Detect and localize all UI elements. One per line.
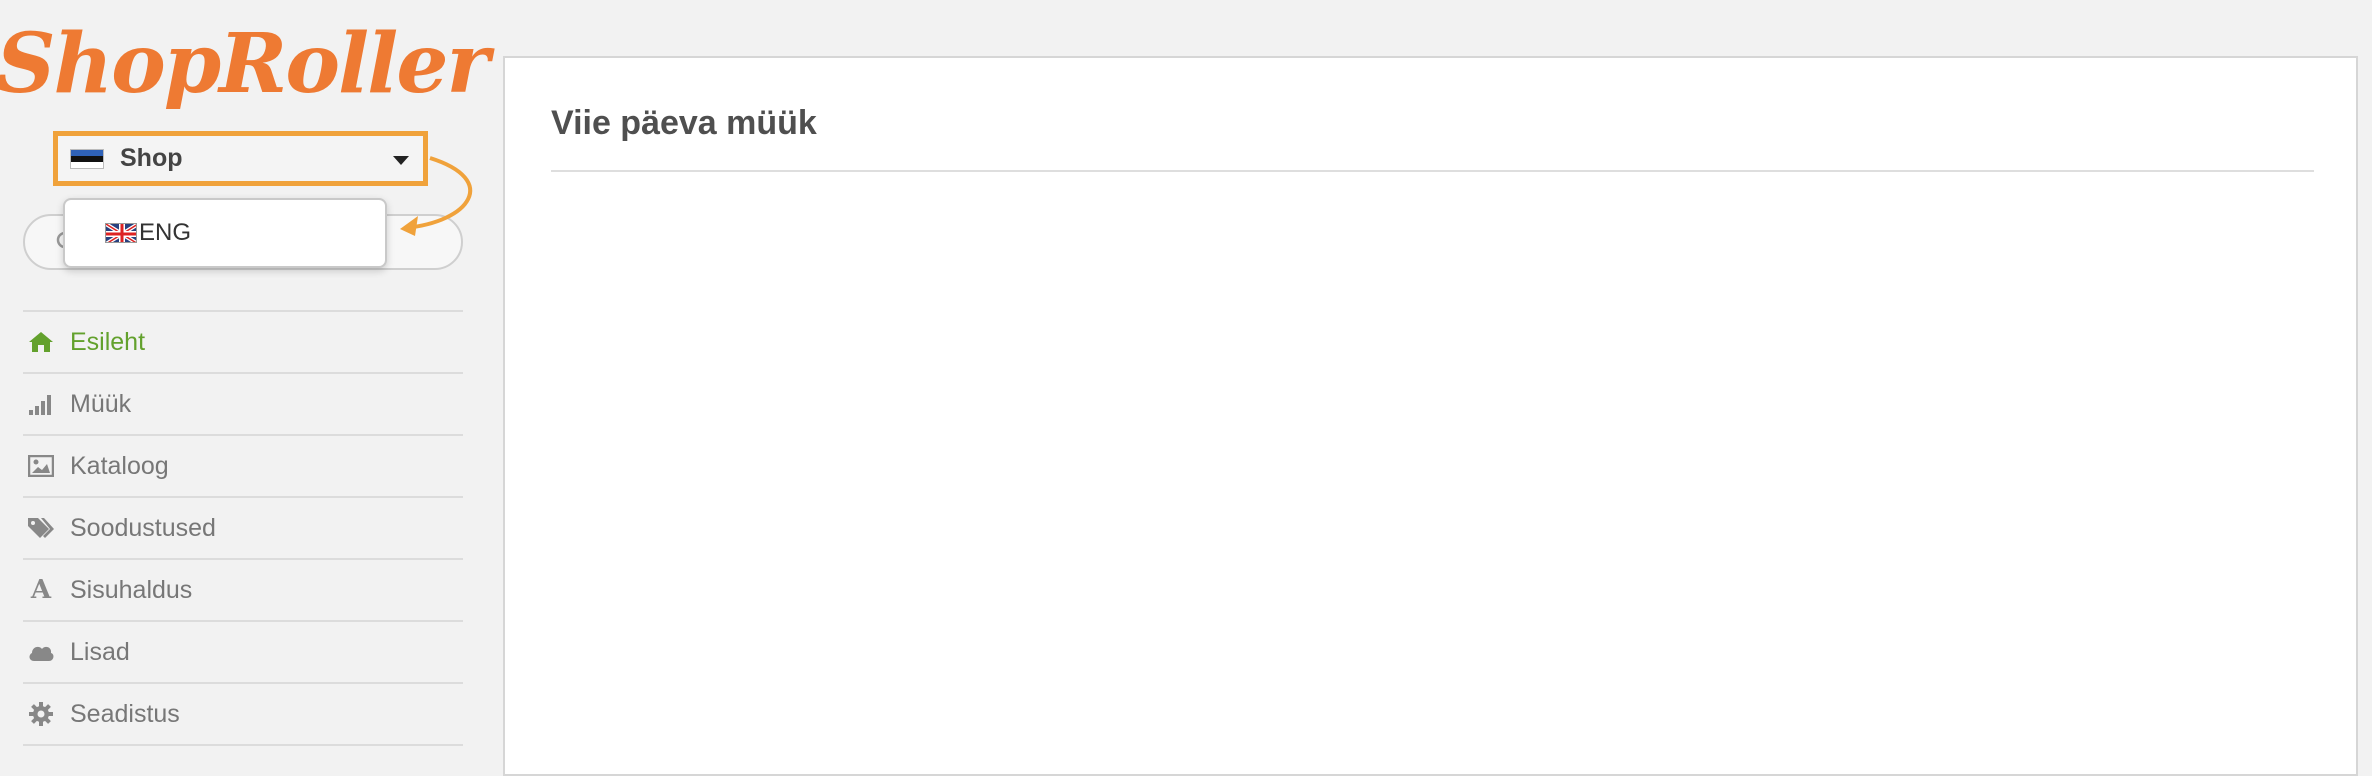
tags-icon <box>27 514 55 542</box>
sidebar: ShopRoller Shop ENG Esileht Müük Kataloo… <box>0 0 490 768</box>
shop-selector[interactable]: Shop <box>53 131 428 186</box>
cloud-icon <box>27 638 55 666</box>
dashboard-panel: Viie päeva müük <box>503 56 2358 776</box>
sidebar-item-label: Kataloog <box>70 451 169 480</box>
sidebar-item-lisad[interactable]: Lisad <box>23 622 463 684</box>
caret-down-icon <box>393 156 409 165</box>
font-icon: A <box>30 575 52 605</box>
sidebar-nav: Esileht Müük Kataloog Soodustused A Sisu… <box>23 310 463 746</box>
sidebar-item-label: Müük <box>70 389 132 418</box>
language-dropdown: ENG <box>63 198 387 268</box>
sidebar-item-soodustused[interactable]: Soodustused <box>23 498 463 560</box>
image-icon <box>27 452 55 480</box>
bar-chart-icon <box>27 390 55 418</box>
sidebar-item-label: Esileht <box>70 327 146 356</box>
sidebar-item-seadistus[interactable]: Seadistus <box>23 684 463 746</box>
sidebar-item-label: Soodustused <box>70 513 216 542</box>
estonia-flag-icon <box>70 148 104 169</box>
logo-text: ShopRoller <box>0 16 490 112</box>
sidebar-item-sisuhaldus[interactable]: A Sisuhaldus <box>23 560 463 622</box>
sidebar-item-label: Seadistus <box>70 699 180 728</box>
sidebar-item-muuk[interactable]: Müük <box>23 374 463 436</box>
uk-flag-icon <box>105 223 137 243</box>
sidebar-item-label: Lisad <box>70 637 130 666</box>
sidebar-item-kataloog[interactable]: Kataloog <box>23 436 463 498</box>
sidebar-item-esileht[interactable]: Esileht <box>23 312 463 374</box>
shop-selector-label: Shop <box>120 144 183 172</box>
sidebar-item-label: Sisuhaldus <box>70 575 193 604</box>
home-icon <box>27 328 55 356</box>
divider <box>551 170 2314 172</box>
shoproller-logo[interactable]: ShopRoller <box>0 4 490 124</box>
panel-title: Viie päeva müük <box>551 104 817 142</box>
gear-icon <box>27 700 55 728</box>
language-option-eng[interactable]: ENG <box>139 219 191 247</box>
